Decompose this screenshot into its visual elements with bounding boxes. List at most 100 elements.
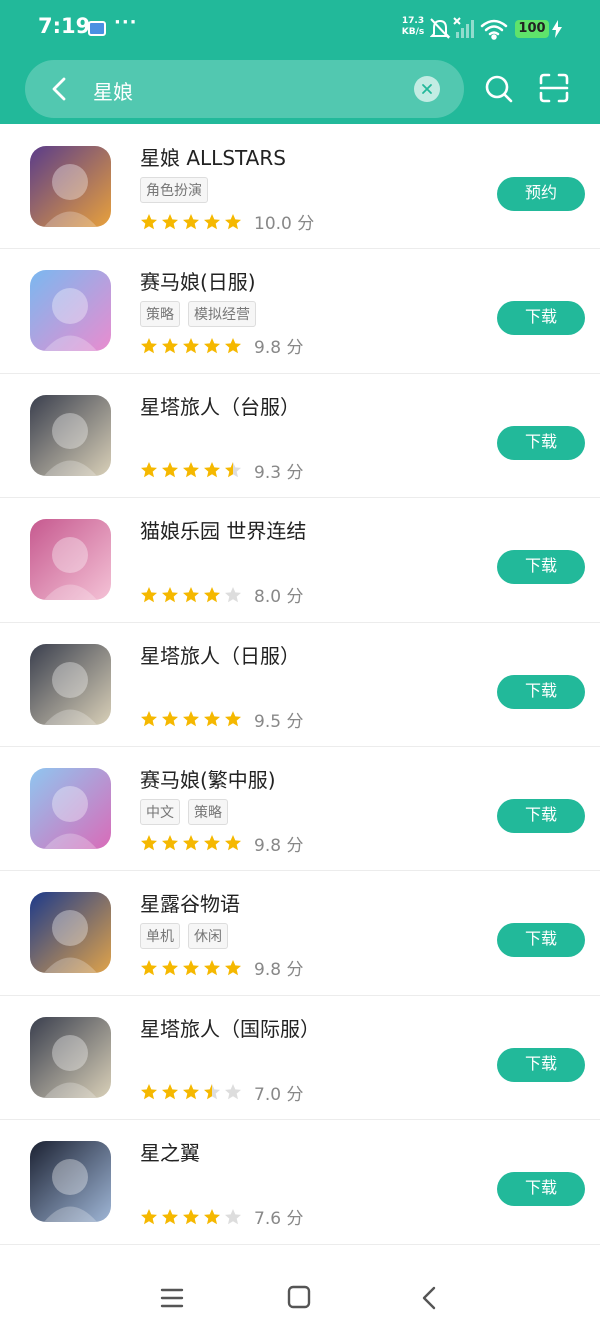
genre-tag: 角色扮演 — [140, 177, 208, 203]
score: 9.8 分 — [254, 338, 304, 359]
rating: 9.8 分 — [140, 333, 303, 358]
app-icon[interactable] — [30, 519, 111, 601]
tag-list: 单机 休闲 — [140, 923, 228, 950]
genre-tag: 单机 — [140, 923, 180, 950]
list-item[interactable]: 星塔旅人（台服） 9.3 分 下载 — [0, 374, 600, 499]
rating: 8.0 分 — [140, 582, 303, 607]
star-rating — [140, 1208, 242, 1226]
star-icon — [162, 711, 178, 727]
app-name: 星塔旅人（国际服） — [140, 1016, 320, 1041]
network-speed: 17.3 KB/s — [396, 16, 430, 38]
scan-icon[interactable] — [538, 72, 570, 104]
list-item[interactable]: 星露谷物语单机 休闲 9.8 分 下载 — [0, 871, 600, 996]
tag-list: 中文 策略 — [140, 798, 228, 825]
star-icon — [162, 1208, 178, 1224]
app-name: 星之翼 — [140, 1141, 200, 1166]
score: 7.0 分 — [254, 1084, 304, 1105]
score: 10.0 分 — [254, 214, 315, 234]
network-speed-unit: KB/s — [401, 27, 425, 37]
app-header: 7:19 ··· 17.3 KB/s 100 星娘 — [0, 0, 600, 124]
home-icon[interactable] — [287, 1285, 311, 1309]
rating: 7.6 分 — [140, 1204, 303, 1229]
app-name: 星娘 ALLSTARS — [140, 146, 286, 170]
menu-icon[interactable] — [160, 1287, 184, 1309]
list-item[interactable]: 星娘 ALLSTARS 角色扮演 10.0 分 预约 — [0, 125, 600, 250]
score: 9.5 分 — [254, 711, 304, 732]
star-icon — [225, 959, 241, 976]
star-icon — [225, 337, 241, 354]
star-rating — [140, 710, 242, 728]
back-icon[interactable] — [420, 1285, 438, 1311]
reserve-button[interactable]: 预约 — [497, 177, 585, 211]
status-time: 7:19 — [38, 14, 91, 38]
more-notifications-icon: ··· — [114, 12, 138, 33]
app-name: 星露谷物语 — [140, 892, 240, 917]
status-icons — [430, 17, 508, 40]
star-rating — [140, 213, 242, 231]
tag-list: 策略 模拟经营 — [140, 301, 256, 328]
download-button[interactable]: 下载 — [497, 301, 585, 336]
star-icon — [162, 586, 178, 602]
download-button[interactable]: 下载 — [497, 674, 585, 709]
star-icon — [225, 213, 241, 229]
app-icon[interactable] — [30, 767, 111, 849]
rating: 10.0 分 — [140, 209, 314, 234]
status-bar: 7:19 ··· 17.3 KB/s 100 — [0, 0, 600, 58]
app-icon[interactable] — [30, 270, 111, 352]
app-icon[interactable] — [30, 1016, 111, 1098]
star-icon — [141, 1208, 157, 1224]
star-rating — [140, 337, 242, 355]
star-icon — [141, 462, 157, 478]
app-icon[interactable] — [30, 643, 111, 725]
star-rating — [140, 834, 242, 852]
search-bar[interactable]: 星娘 — [25, 60, 464, 118]
download-button[interactable]: 下载 — [497, 1172, 585, 1207]
app-name: 赛马娘(繁中服) — [140, 767, 276, 792]
download-button[interactable]: 下载 — [497, 798, 585, 833]
app-icon[interactable] — [30, 892, 111, 974]
star-icon — [204, 213, 220, 229]
list-item[interactable]: 赛马娘(繁中服) 中文 策略 9.8 分 下载 — [0, 747, 600, 872]
mute-icon — [430, 18, 451, 39]
clear-search-button[interactable] — [414, 76, 440, 102]
notification-icon — [88, 21, 106, 36]
download-button[interactable]: 下载 — [497, 923, 585, 958]
star-icon — [141, 1084, 157, 1100]
download-button[interactable]: 下载 — [497, 425, 585, 460]
app-name: 猫娘乐园 世界连结 — [140, 519, 307, 544]
star-icon — [183, 586, 199, 602]
star-icon — [162, 462, 178, 478]
rating: 9.8 分 — [140, 831, 303, 856]
star-icon — [204, 1208, 220, 1224]
back-icon[interactable] — [45, 74, 75, 104]
app-icon[interactable] — [30, 146, 111, 227]
search-icon[interactable] — [484, 74, 514, 104]
star-icon — [204, 1084, 220, 1100]
score: 9.8 分 — [254, 960, 304, 981]
star-icon — [183, 711, 199, 727]
star-icon — [183, 213, 199, 229]
list-item[interactable]: 赛马娘(日服) 策略 模拟经营 9.8 分 下载 — [0, 249, 600, 374]
star-icon — [183, 1084, 199, 1100]
star-icon — [183, 337, 199, 354]
star-icon — [225, 462, 241, 478]
download-button[interactable]: 下载 — [497, 550, 585, 585]
download-button[interactable]: 下载 — [497, 1047, 585, 1082]
star-rating — [140, 959, 242, 977]
list-item[interactable]: 猫娘乐园 世界连结 8.0 分 下载 — [0, 498, 600, 623]
app-icon[interactable] — [30, 1141, 111, 1223]
app-name: 赛马娘(日服) — [140, 270, 256, 295]
star-icon — [204, 337, 220, 354]
app-icon[interactable] — [30, 394, 111, 476]
star-icon — [162, 213, 178, 229]
star-icon — [162, 835, 178, 851]
list-item[interactable]: 星塔旅人（日服） 9.5 分 下载 — [0, 623, 600, 747]
wifi-icon — [480, 19, 508, 40]
app-name: 星塔旅人（台服） — [140, 394, 300, 419]
list-item[interactable]: 星之翼 7.6 分 下载 — [0, 1120, 600, 1245]
list-item[interactable]: 星塔旅人（国际服） 7.0 分 下载 — [0, 996, 600, 1121]
star-icon — [204, 711, 220, 727]
rating: 9.3 分 — [140, 458, 303, 483]
search-input[interactable]: 星娘 — [93, 76, 133, 105]
star-icon — [225, 835, 241, 851]
